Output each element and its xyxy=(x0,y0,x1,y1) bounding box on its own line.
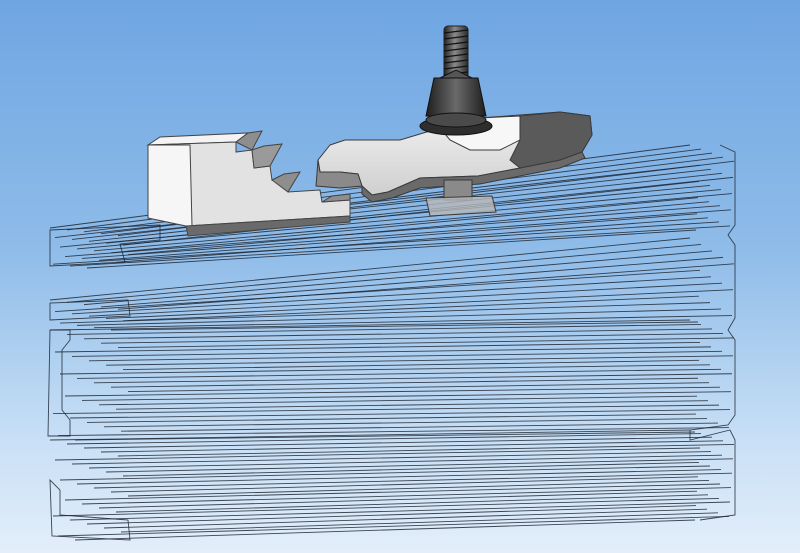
flange-nut xyxy=(419,69,493,136)
profile-edge-line xyxy=(115,494,709,513)
profile-edge-line xyxy=(83,328,713,340)
profile-edge-line xyxy=(122,461,700,477)
profile-edge-line xyxy=(69,409,731,419)
profile-edge-line xyxy=(52,404,720,415)
profile-edge-line xyxy=(98,395,698,406)
profile-edge-line xyxy=(81,391,732,401)
profile-edge-line xyxy=(76,368,722,379)
profile-edge-line xyxy=(76,469,722,485)
profile-edge-line xyxy=(110,476,699,493)
profile-edge-line xyxy=(127,382,710,393)
cad-assembly-view xyxy=(47,25,736,541)
profile-edge-line xyxy=(52,221,720,265)
profile-edge-line xyxy=(59,465,711,481)
profile-edge-line xyxy=(115,400,709,410)
profile-edge-line xyxy=(52,497,720,517)
profile-edge-line xyxy=(69,501,731,521)
profile-edge-line xyxy=(83,250,713,306)
profile-edge-line xyxy=(122,359,700,371)
profile-edge-line xyxy=(93,373,733,384)
profile-edge-line xyxy=(86,413,697,423)
profile-edge-line xyxy=(117,263,735,310)
profile-edge-line xyxy=(64,386,721,397)
profile-edge-line xyxy=(88,350,723,362)
profile-back-outline xyxy=(689,144,736,521)
profile-edge-line xyxy=(71,346,712,357)
profile-edge-line xyxy=(120,422,719,432)
profile-edge-line xyxy=(69,225,731,267)
cad-3d-viewport[interactable] xyxy=(0,0,800,553)
profile-edge-line xyxy=(105,355,734,366)
profile-edge-line xyxy=(110,377,699,388)
profile-edge-line xyxy=(86,505,697,525)
profile-edge-line xyxy=(54,269,701,312)
profile-edge-line xyxy=(103,418,708,428)
profile-edge-line xyxy=(49,319,691,331)
profile-edge-line xyxy=(100,332,724,344)
profile-edge-line xyxy=(74,519,696,541)
